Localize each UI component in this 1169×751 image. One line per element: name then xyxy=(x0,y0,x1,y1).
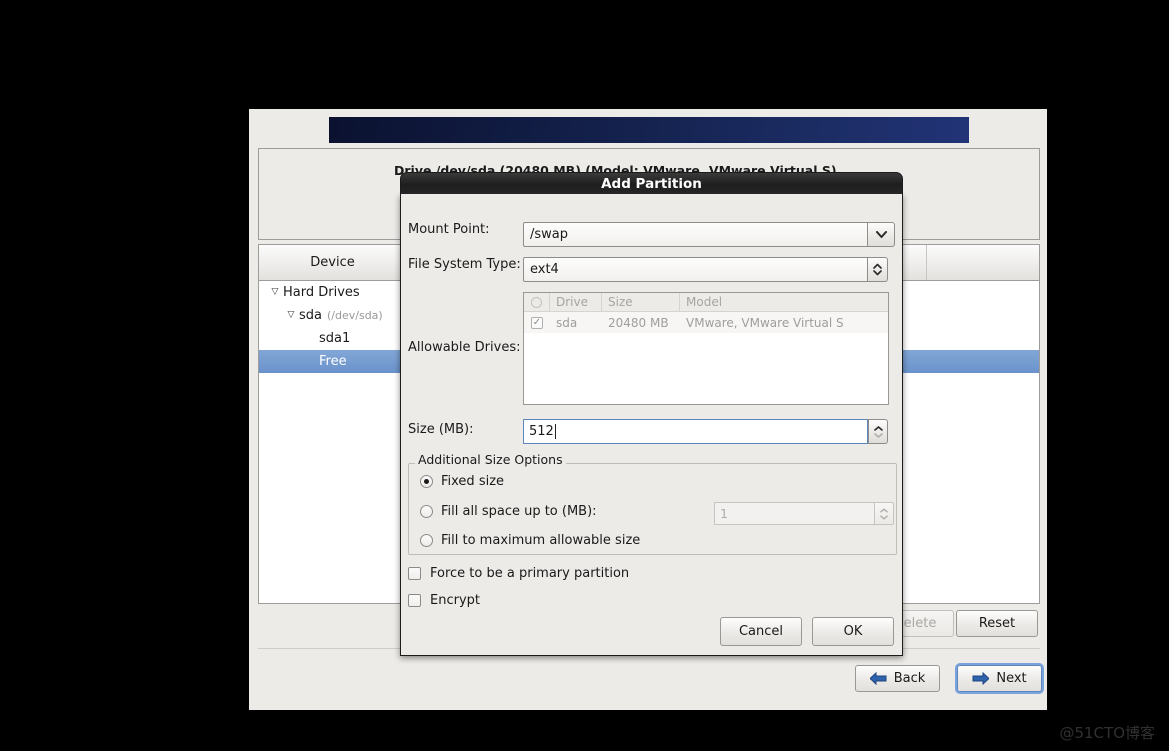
next-button-label: Next xyxy=(996,671,1027,686)
back-button[interactable]: Back xyxy=(855,665,940,692)
mount-point-label-wrap: Mount Point: xyxy=(408,222,490,237)
checkbox-encrypt-label: Encrypt xyxy=(430,593,480,608)
tree-row-label: Hard Drives xyxy=(283,285,360,300)
drive-checkbox[interactable]: ✓ xyxy=(524,316,550,329)
allowable-drives-label: Allowable Drives: xyxy=(408,340,521,355)
check-icon: ✓ xyxy=(531,316,543,329)
watermark: @51CTO博客 xyxy=(1059,724,1155,742)
radio-fill-up-to[interactable]: Fill all space up to (MB): xyxy=(420,504,597,519)
additional-size-options-group: Fixed size Fill all space up to (MB): 1 … xyxy=(408,463,897,555)
column-header-drive[interactable]: Drive xyxy=(550,293,602,311)
checkbox-force-primary[interactable]: Force to be a primary partition xyxy=(408,566,629,581)
dialog-button-row: Cancel OK xyxy=(720,617,894,646)
chevron-down-icon[interactable] xyxy=(868,222,895,247)
dialog-title-bar: Add Partition xyxy=(400,172,903,194)
next-button[interactable]: Next xyxy=(957,665,1042,692)
radio-fixed-size-label: Fixed size xyxy=(441,474,505,489)
checkbox-icon[interactable] xyxy=(408,594,421,607)
file-system-type-label: File System Type: xyxy=(408,257,521,272)
checkbox-encrypt[interactable]: Encrypt xyxy=(408,593,480,608)
updown-chevron-icon[interactable] xyxy=(868,257,888,282)
size-label-wrap: Size (MB): xyxy=(408,422,473,437)
size-label: Size (MB): xyxy=(408,422,474,437)
drive-name: sda xyxy=(556,315,578,330)
screen-root: Drive /dev/sda (20480 MB) (Model: VMware… xyxy=(0,0,1169,751)
radio-fill-max[interactable]: Fill to maximum allowable size xyxy=(420,533,640,548)
tree-row-label: Free xyxy=(319,354,347,369)
tree-row-devpath: (/dev/sda) xyxy=(327,309,383,322)
stepper-down-icon xyxy=(873,432,883,438)
size-input-value: 512 xyxy=(529,424,554,439)
fill-up-to-input[interactable]: 1 xyxy=(714,502,875,525)
reset-button[interactable]: Reset xyxy=(956,610,1038,637)
drives-list-row[interactable]: ✓ sda 20480 MB VMware, VMware Virtual S xyxy=(524,312,888,333)
radio-fixed-size[interactable]: Fixed size xyxy=(420,474,504,489)
drives-list-header: Drive Size Model xyxy=(524,293,888,312)
mount-point-control[interactable]: /swap xyxy=(523,222,895,247)
radio-icon[interactable] xyxy=(420,475,433,488)
anaconda-banner xyxy=(329,117,969,143)
expander-icon[interactable]: ▽ xyxy=(283,311,299,320)
radio-icon[interactable] xyxy=(420,505,433,518)
size-stepper[interactable] xyxy=(868,419,888,444)
radio-icon[interactable] xyxy=(420,534,433,547)
radio-fill-up-to-label: Fill all space up to (MB): xyxy=(441,504,597,519)
checkbox-icon[interactable] xyxy=(408,567,421,580)
arrow-right-icon xyxy=(972,672,990,685)
stepper-up-icon xyxy=(873,425,883,431)
add-partition-dialog: Add Partition Mount Point: /swap File Sy… xyxy=(400,172,903,656)
select-all-circle-icon[interactable] xyxy=(531,296,542,308)
back-button-label: Back xyxy=(893,671,926,686)
drive-size: 20480 MB xyxy=(608,315,669,330)
checkbox-force-primary-label: Force to be a primary partition xyxy=(430,566,630,581)
column-header-select[interactable] xyxy=(524,293,550,311)
tree-row-label: sda xyxy=(299,308,322,323)
stepper-up-icon xyxy=(880,507,888,513)
expander-icon[interactable]: ▽ xyxy=(267,288,283,297)
mount-point-label: Mount Point: xyxy=(408,222,490,237)
allowable-drives-label-wrap: Allowable Drives: xyxy=(408,340,520,355)
radio-fill-max-label: Fill to maximum allowable size xyxy=(441,533,641,548)
arrow-left-icon xyxy=(869,672,887,685)
fs-type-label-wrap: File System Type: xyxy=(408,257,521,272)
stepper-down-icon xyxy=(880,514,888,520)
radio-dot xyxy=(424,479,429,484)
ok-button[interactable]: OK xyxy=(812,617,894,646)
column-header-device[interactable]: Device xyxy=(259,245,407,280)
size-input[interactable]: 512 xyxy=(523,419,868,444)
drive-model: VMware, VMware Virtual S xyxy=(686,315,844,330)
fill-up-to-stepper[interactable] xyxy=(875,502,894,525)
mount-point-input[interactable]: /swap xyxy=(523,222,868,247)
column-header-model[interactable]: Model xyxy=(680,293,888,311)
column-header-drive-size[interactable]: Size xyxy=(602,293,680,311)
tree-row-label: sda1 xyxy=(319,331,351,346)
column-header-end[interactable] xyxy=(927,245,1039,280)
fs-type-control[interactable]: ext4 xyxy=(523,257,888,282)
cancel-button[interactable]: Cancel xyxy=(720,617,802,646)
additional-size-options-legend: Additional Size Options xyxy=(415,452,566,467)
allowable-drives-list[interactable]: Drive Size Model ✓ sda 20480 MB VMware, … xyxy=(523,292,889,405)
file-system-type-input[interactable]: ext4 xyxy=(523,257,868,282)
text-cursor xyxy=(554,424,556,439)
